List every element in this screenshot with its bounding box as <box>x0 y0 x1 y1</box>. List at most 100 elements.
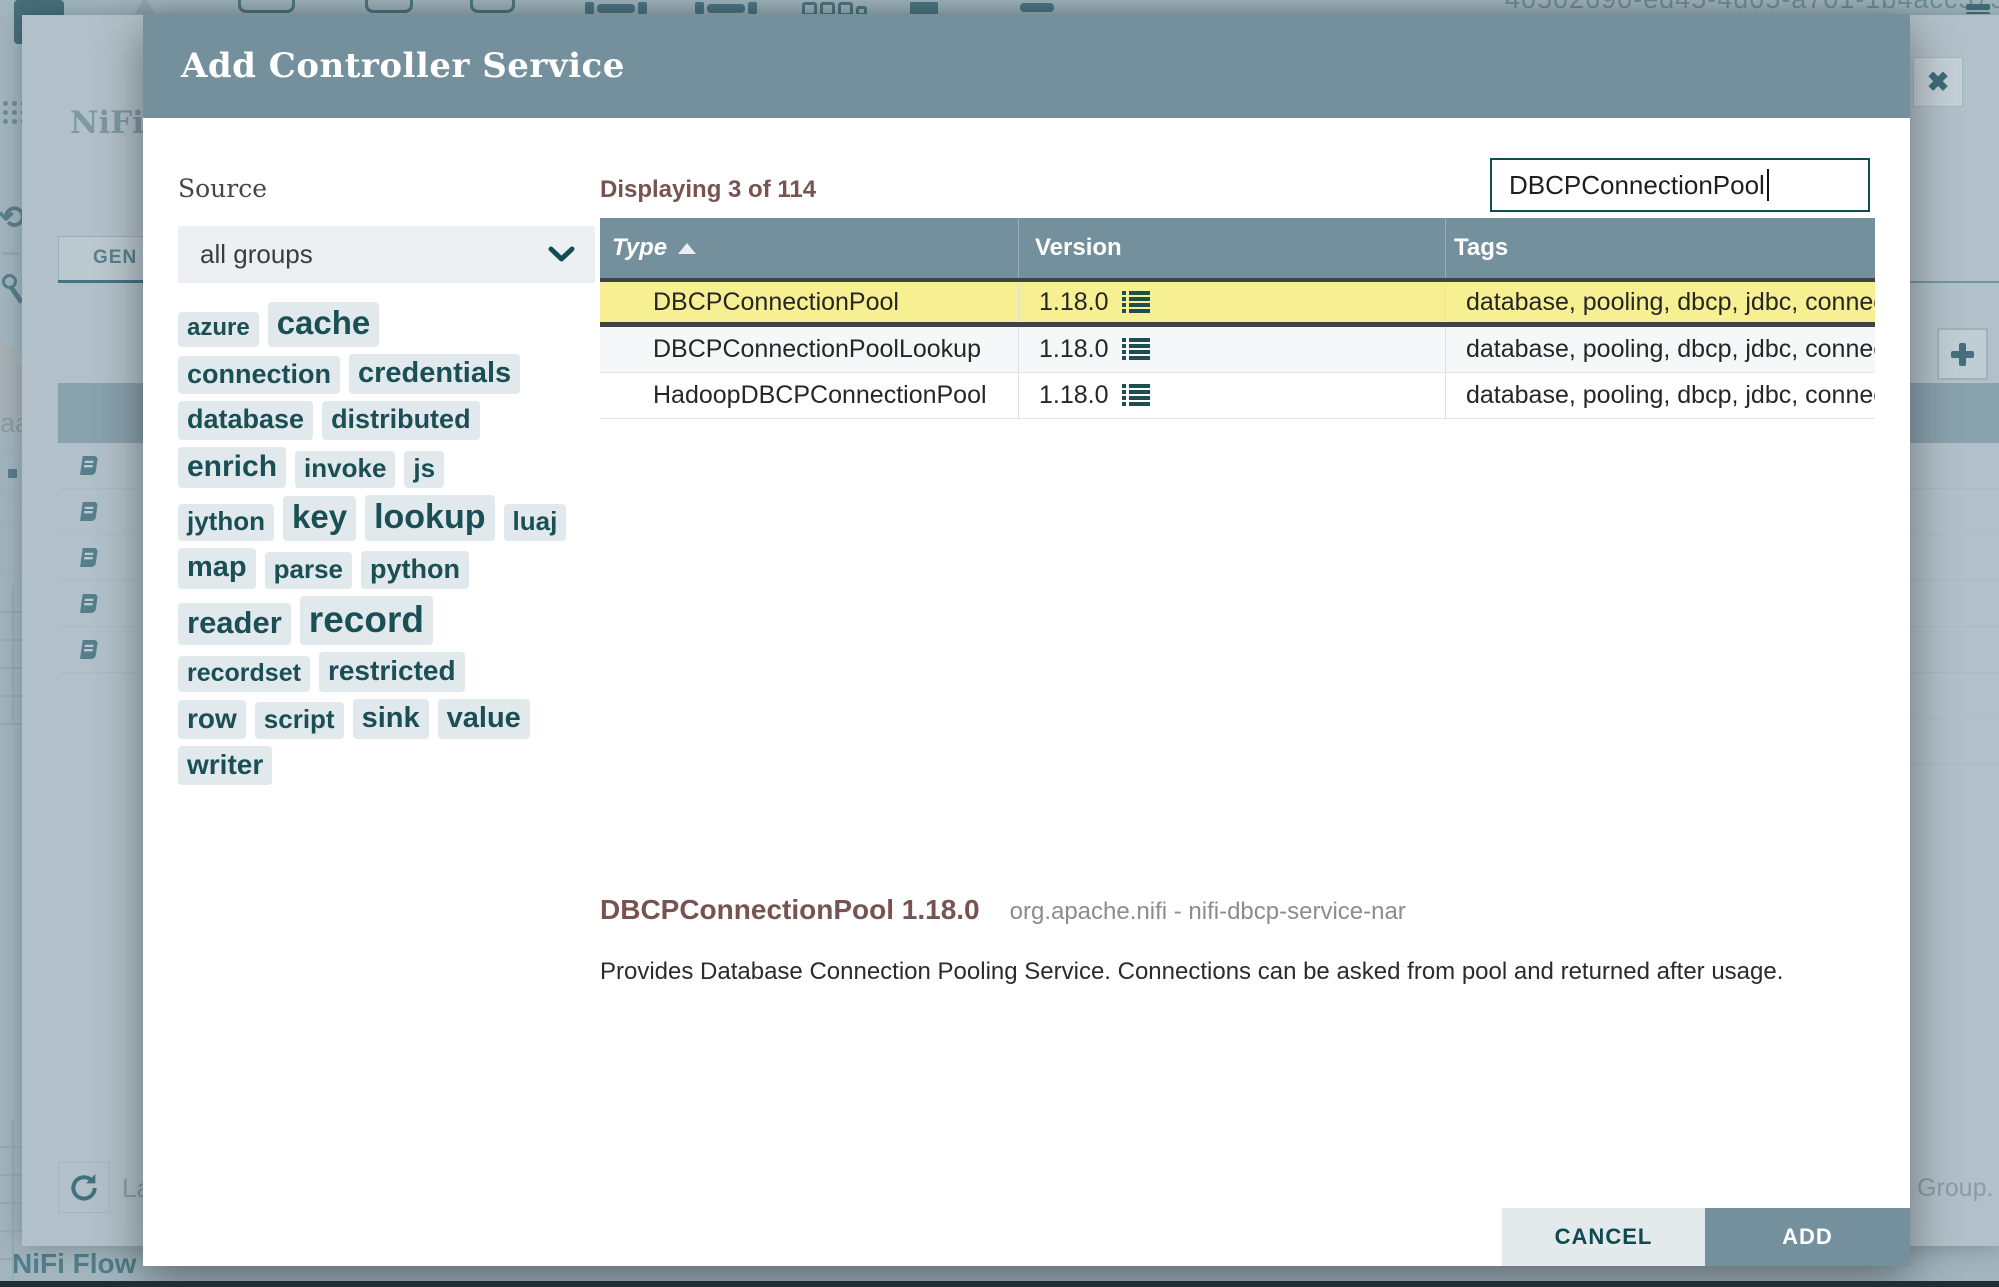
background-service-row <box>1910 673 1999 719</box>
tag-pill-sink[interactable]: sink <box>352 698 429 740</box>
group-text: Group. <box>1917 1174 1994 1202</box>
nifi-logo-flag <box>134 0 156 14</box>
column-header-tags[interactable]: Tags <box>1445 218 1875 278</box>
book-icon <box>58 639 101 660</box>
background-service-row <box>1910 719 1999 765</box>
tag-pill-value[interactable]: value <box>437 698 530 740</box>
cell-version: 1.18.0 <box>1018 373 1445 418</box>
text-caret <box>1766 169 1769 201</box>
add-service-icon[interactable] <box>1937 328 1988 380</box>
tag-pill-record[interactable]: record <box>299 595 433 646</box>
add-button[interactable]: ADD <box>1705 1208 1910 1266</box>
book-icon <box>58 593 101 614</box>
cell-tags: database, pooling, dbcp, jdbc, connec… <box>1445 373 1875 418</box>
tag-pill-enrich[interactable]: enrich <box>178 446 287 489</box>
version-list-icon[interactable] <box>1121 384 1150 407</box>
canvas-grid <box>0 585 22 725</box>
bottom-edge <box>0 1281 1999 1287</box>
tag-pill-key[interactable]: key <box>283 496 357 542</box>
home-icon <box>1 520 20 575</box>
tag-pill-jython[interactable]: jython <box>178 504 274 542</box>
tag-pill-js[interactable]: js <box>404 451 445 489</box>
template-icon <box>1 452 20 497</box>
cancel-button[interactable]: CANCEL <box>1502 1208 1705 1266</box>
service-type-table: Type Version Tags DBCPConnectionPool 1.18… <box>600 218 1875 419</box>
table-row-HadoopDBCPConnectionPool[interactable]: HadoopDBCPConnectionPool 1.18.0 database, … <box>600 373 1875 419</box>
tag-pill-recordset[interactable]: recordset <box>178 655 310 692</box>
column-header-version[interactable]: Version <box>1018 218 1445 278</box>
tag-pill-invoke[interactable]: invoke <box>295 451 396 489</box>
refresh-icon[interactable] <box>58 1162 110 1213</box>
breadcrumb[interactable]: NiFi Flow <box>12 1248 136 1280</box>
menu-icon <box>1966 4 1990 10</box>
service-table-body: DBCPConnectionPool 1.18.0 database, poolin… <box>600 278 1875 419</box>
selected-service-details: DBCPConnectionPool 1.18.0 org.apache.nif… <box>600 894 1406 926</box>
process-group-icon <box>585 2 647 14</box>
tag-pill-luaj[interactable]: luaj <box>503 504 567 542</box>
sort-asc-icon <box>678 242 697 254</box>
input-port-icon <box>365 0 413 13</box>
screen: ⟲ aa 40502690-ed45-4d05-a701-1b4acc575a5… <box>0 0 1999 1287</box>
label-icon <box>1020 3 1054 12</box>
cell-type: HadoopDBCPConnectionPool <box>653 381 987 409</box>
background-service-row <box>1910 489 1999 535</box>
tag-pill-distributed[interactable]: distributed <box>322 401 480 440</box>
tag-pill-row[interactable]: row <box>178 699 246 740</box>
table-row-DBCPConnectionPoolLookup[interactable]: DBCPConnectionPoolLookup 1.18.0 database, … <box>600 327 1875 373</box>
canvas-toolbar: 40502690-ed45-4d05-a701-1b4acc575a55 <box>0 0 1999 14</box>
selected-service-description: Provides Database Connection Pooling Ser… <box>600 958 1784 985</box>
chevron-down-icon <box>548 246 575 263</box>
selected-service-title: DBCPConnectionPool 1.18.0 <box>600 894 980 925</box>
tag-pill-cache[interactable]: cache <box>267 302 380 347</box>
displaying-count: Displaying 3 of 114 <box>600 176 817 203</box>
source-select[interactable]: all groups <box>178 226 595 283</box>
menu-icon <box>1966 12 1990 14</box>
processor-icon <box>238 0 295 13</box>
search-input[interactable]: DBCPConnectionPool <box>1490 158 1870 212</box>
tag-pill-writer[interactable]: writer <box>178 746 273 786</box>
services-table-rows <box>1910 443 1999 765</box>
cell-type: DBCPConnectionPoolLookup <box>653 335 981 363</box>
tag-pill-lookup[interactable]: lookup <box>365 495 495 542</box>
font-label: aa <box>0 408 22 438</box>
template-toolbar-icon <box>910 2 938 14</box>
background-service-row <box>1910 627 1999 673</box>
output-port-icon <box>470 0 515 13</box>
canvas-left-strip: ⟲ aa <box>0 0 22 1287</box>
rotate-icon: ⟲ <box>0 199 22 235</box>
cell-version: 1.18.0 <box>1018 282 1445 322</box>
tag-cloud: azure cache connection credentials database d… <box>178 302 598 792</box>
version-list-icon[interactable] <box>1121 290 1150 314</box>
book-icon <box>58 547 101 568</box>
tag-pill-azure[interactable]: azure <box>178 312 259 347</box>
table-row-DBCPConnectionPool[interactable]: DBCPConnectionPool 1.18.0 database, poolin… <box>600 278 1875 327</box>
remote-process-group-icon <box>695 2 757 14</box>
background-service-row <box>1910 581 1999 627</box>
version-list-icon[interactable] <box>1121 338 1150 361</box>
source-selected-value: all groups <box>200 239 313 269</box>
selected-service-bundle: org.apache.nifi - nifi-dbcp-service-nar <box>1009 898 1406 925</box>
tabbar-border <box>1910 281 1999 283</box>
tag-pill-python[interactable]: python <box>361 550 470 589</box>
tag-pill-script[interactable]: script <box>254 701 344 740</box>
cell-type: DBCPConnectionPool <box>653 287 899 316</box>
close-icon[interactable]: ✖ <box>1913 57 1963 107</box>
dialog-header: Add Controller Service <box>143 14 1910 118</box>
cell-version: 1.18.0 <box>1018 327 1445 372</box>
cell-tags: database, pooling, dbcp, jdbc, connec… <box>1445 327 1875 372</box>
book-icon <box>58 455 101 476</box>
cell-tags: database, pooling, dbcp, jdbc, connec… <box>1445 282 1875 322</box>
source-label: Source <box>178 174 268 203</box>
column-header-type[interactable]: Type <box>600 218 1018 278</box>
tag-pill-parse[interactable]: parse <box>264 551 353 589</box>
tag-pill-database[interactable]: database <box>178 401 314 440</box>
tools-icon <box>2 274 17 289</box>
tag-pill-restricted[interactable]: restricted <box>318 652 465 692</box>
grid-dots-icon <box>3 101 22 128</box>
search-value: DBCPConnectionPool <box>1509 169 1765 200</box>
component-uuid: 40502690-ed45-4d05-a701-1b4acc575a55 <box>1505 0 1999 14</box>
tag-pill-credentials[interactable]: credentials <box>349 353 521 395</box>
tag-pill-map[interactable]: map <box>178 548 256 589</box>
tag-pill-connection[interactable]: connection <box>178 356 341 395</box>
tag-pill-reader[interactable]: reader <box>178 602 291 646</box>
